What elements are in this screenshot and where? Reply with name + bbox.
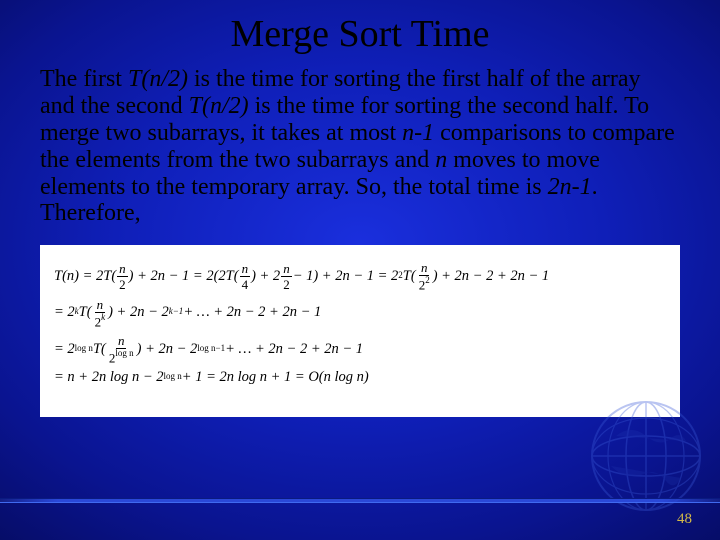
- eq-text: ) + 2n − 2 + 2n − 1: [433, 269, 549, 284]
- equation-row-4: = n + 2n log n − 2log n + 1 = 2n log n +…: [54, 370, 666, 385]
- eq-text: + … + 2n − 2 + 2n − 1: [225, 342, 363, 357]
- fraction: n4: [240, 262, 251, 291]
- body-paragraph: The first T(n/2) is the time for sorting…: [40, 66, 680, 227]
- eq-text: − 1) + 2n − 1 = 2: [293, 269, 399, 284]
- expr-nm1: n-1: [402, 120, 434, 146]
- expr-tn2: T(n/2): [189, 93, 249, 119]
- equation-row-1: T(n) = 2T( n2 ) + 2n − 1 = 2(2T( n4 ) + …: [54, 261, 666, 291]
- superscript: log n−1: [197, 344, 225, 353]
- eq-text: ) + 2n − 1 = 2(2T(: [129, 269, 239, 284]
- equation-box: T(n) = 2T( n2 ) + 2n − 1 = 2(2T( n4 ) + …: [40, 245, 680, 417]
- superscript: k−1: [169, 307, 184, 316]
- fraction: n2log n: [107, 334, 136, 364]
- eq-text: T(n) = 2T(: [54, 269, 116, 284]
- eq-text: ) + 2n − 2: [137, 342, 198, 357]
- equation-row-3: = 2log n T( n2log n ) + 2n − 2log n−1 + …: [54, 334, 666, 364]
- expr-2n1: 2n-1: [548, 174, 592, 200]
- expr-tn2: T(n/2): [128, 66, 188, 92]
- footer-divider: [0, 499, 720, 502]
- eq-text: ) + 2n − 2: [108, 305, 169, 320]
- superscript: log n: [164, 372, 182, 381]
- expr-n: n: [435, 147, 447, 173]
- eq-text: = 2: [54, 305, 75, 320]
- superscript: log n: [75, 344, 93, 353]
- eq-text: = n + 2n log n − 2: [54, 370, 164, 385]
- fraction: n22: [417, 261, 432, 291]
- fraction: n2: [117, 262, 128, 291]
- superscript: 2: [398, 271, 403, 280]
- globe-icon: [586, 396, 706, 516]
- fraction: n2k: [93, 298, 108, 328]
- eq-text: + 1 = 2n log n + 1 = O(n log n): [182, 370, 369, 385]
- eq-text: ) + 2: [251, 269, 280, 284]
- fraction: n2: [281, 262, 292, 291]
- slide: Merge Sort Time The first T(n/2) is the …: [0, 0, 720, 540]
- page-title: Merge Sort Time: [40, 12, 680, 56]
- superscript: k: [75, 307, 79, 316]
- eq-text: T(: [93, 342, 106, 357]
- eq-text: T(: [403, 269, 416, 284]
- text: The first: [40, 66, 128, 92]
- page-number: 48: [677, 511, 692, 528]
- eq-text: T(: [79, 305, 92, 320]
- eq-text: = 2: [54, 342, 75, 357]
- equation-row-2: = 2k T( n2k ) + 2n − 2k−1 + … + 2n − 2 +…: [54, 298, 666, 328]
- eq-text: + … + 2n − 2 + 2n − 1: [183, 305, 321, 320]
